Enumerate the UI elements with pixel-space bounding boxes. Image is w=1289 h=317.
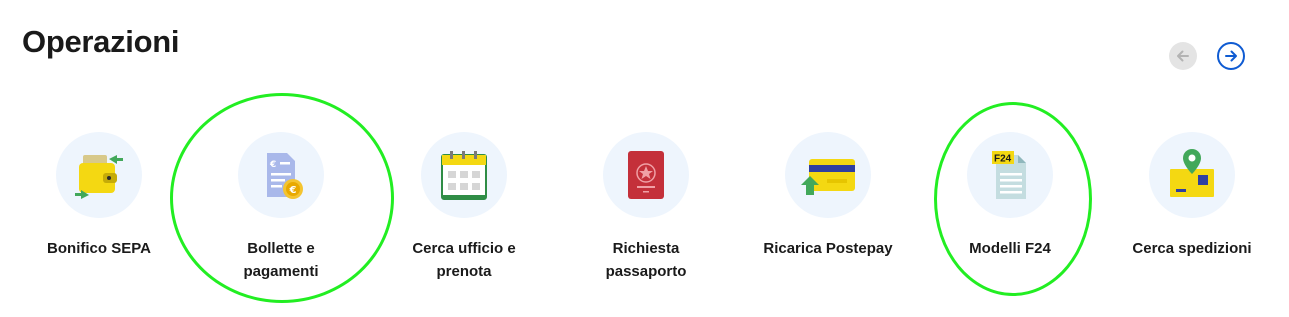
arrow-left-icon xyxy=(1177,50,1189,62)
wallet-transfer-icon xyxy=(75,155,123,199)
operation-icon-circle xyxy=(1149,132,1235,218)
operation-tile-ricarica-postepay[interactable]: Ricarica Postepay xyxy=(748,132,908,260)
operation-tile-bollette-pagamenti[interactable]: € € Bollette e pagamenti xyxy=(201,132,361,283)
f24-document-icon: F24 xyxy=(992,151,1026,199)
operation-icon-circle: F24 xyxy=(967,132,1053,218)
operation-label: Modelli F24 xyxy=(969,240,1051,257)
operation-label: Ricarica Postepay xyxy=(763,240,893,257)
svg-text:€: € xyxy=(289,185,297,196)
operation-tile-modelli-f24[interactable]: F24 Modelli F24 xyxy=(930,132,1090,260)
operation-tile-richiesta-passaporto[interactable]: Richiesta passaporto xyxy=(566,132,726,283)
calendar-icon xyxy=(441,151,487,200)
carousel-next-button[interactable] xyxy=(1217,42,1245,70)
card-topup-icon xyxy=(801,159,855,195)
operation-tile-cerca-spedizioni[interactable]: Cerca spedizioni xyxy=(1112,132,1272,260)
carousel-prev-button[interactable] xyxy=(1169,42,1197,70)
svg-text:€: € xyxy=(269,160,276,170)
bill-coin-icon: € € xyxy=(267,153,303,199)
operation-icon-circle xyxy=(603,132,689,218)
operation-icon-circle xyxy=(56,132,142,218)
operation-tile-cerca-ufficio[interactable]: Cerca ufficio e prenota xyxy=(384,132,544,283)
operation-label: Richiesta passaporto xyxy=(605,240,687,280)
operation-label: Cerca spedizioni xyxy=(1132,240,1252,257)
operation-tile-bonifico-sepa[interactable]: Bonifico SEPA xyxy=(19,132,179,260)
passport-icon xyxy=(628,151,664,199)
operation-label: Bonifico SEPA xyxy=(47,240,151,257)
operation-icon-circle xyxy=(785,132,871,218)
operation-label: Bollette e pagamenti xyxy=(243,240,319,280)
page-title: Operazioni xyxy=(22,24,180,59)
arrow-right-icon xyxy=(1225,50,1237,62)
package-location-icon xyxy=(1170,149,1214,197)
operation-label: Cerca ufficio e prenota xyxy=(412,240,516,280)
operation-icon-circle: € € xyxy=(238,132,324,218)
operation-icon-circle xyxy=(421,132,507,218)
f24-badge-text: F24 xyxy=(994,154,1012,165)
